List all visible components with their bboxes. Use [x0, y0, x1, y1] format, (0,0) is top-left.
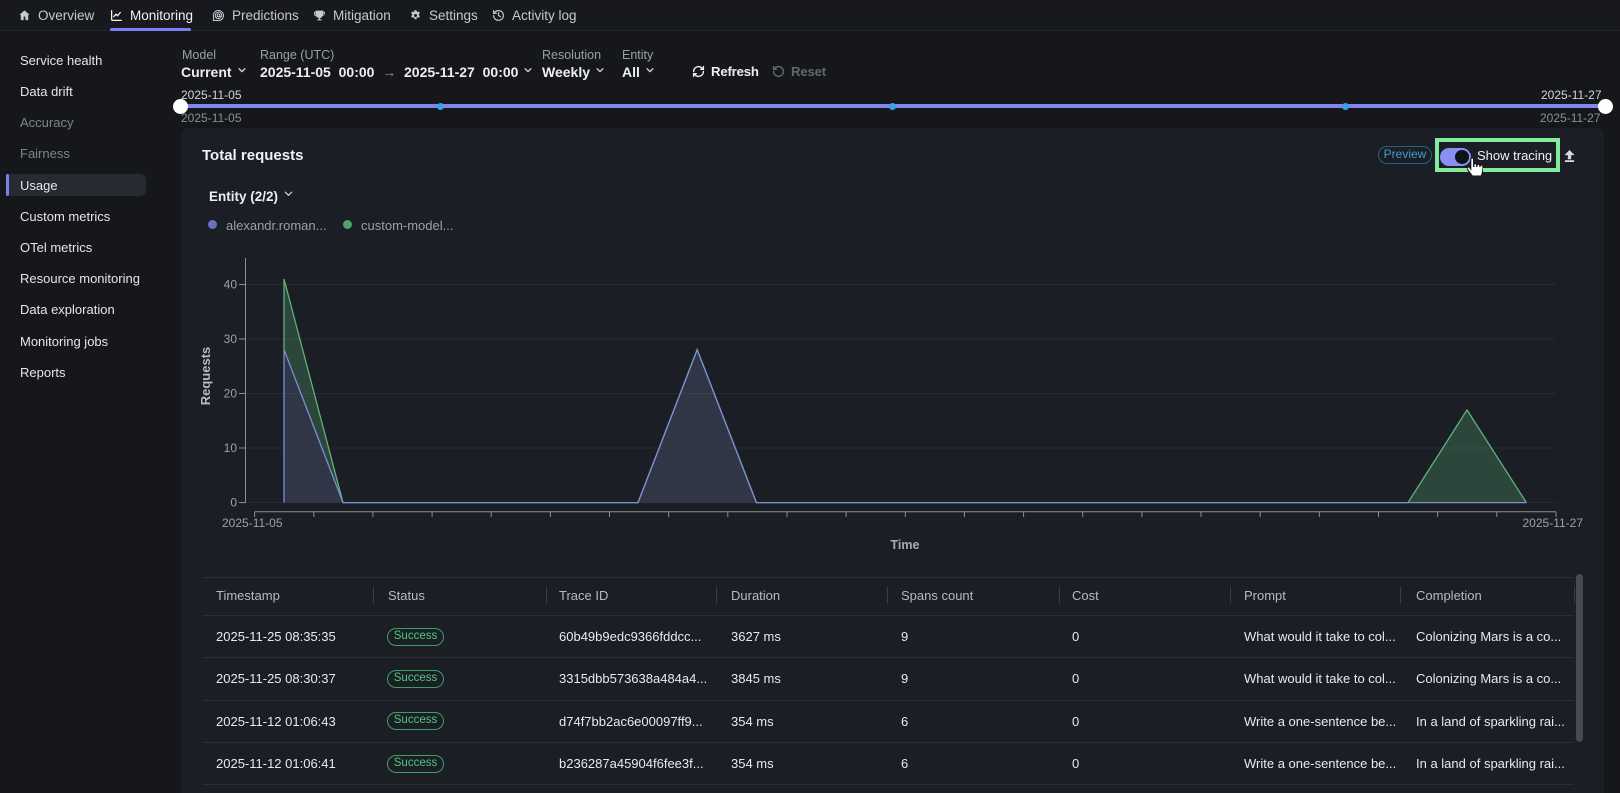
svg-text:10: 10: [224, 441, 238, 455]
svg-text:2025-11-27: 2025-11-27: [1523, 516, 1584, 530]
svg-text:40: 40: [224, 278, 238, 292]
svg-text:Time: Time: [891, 538, 920, 552]
svg-text:Requests: Requests: [198, 347, 213, 406]
svg-text:2025-11-05: 2025-11-05: [222, 516, 283, 530]
svg-text:20: 20: [224, 387, 238, 401]
svg-text:30: 30: [224, 332, 238, 346]
svg-text:0: 0: [230, 496, 237, 510]
